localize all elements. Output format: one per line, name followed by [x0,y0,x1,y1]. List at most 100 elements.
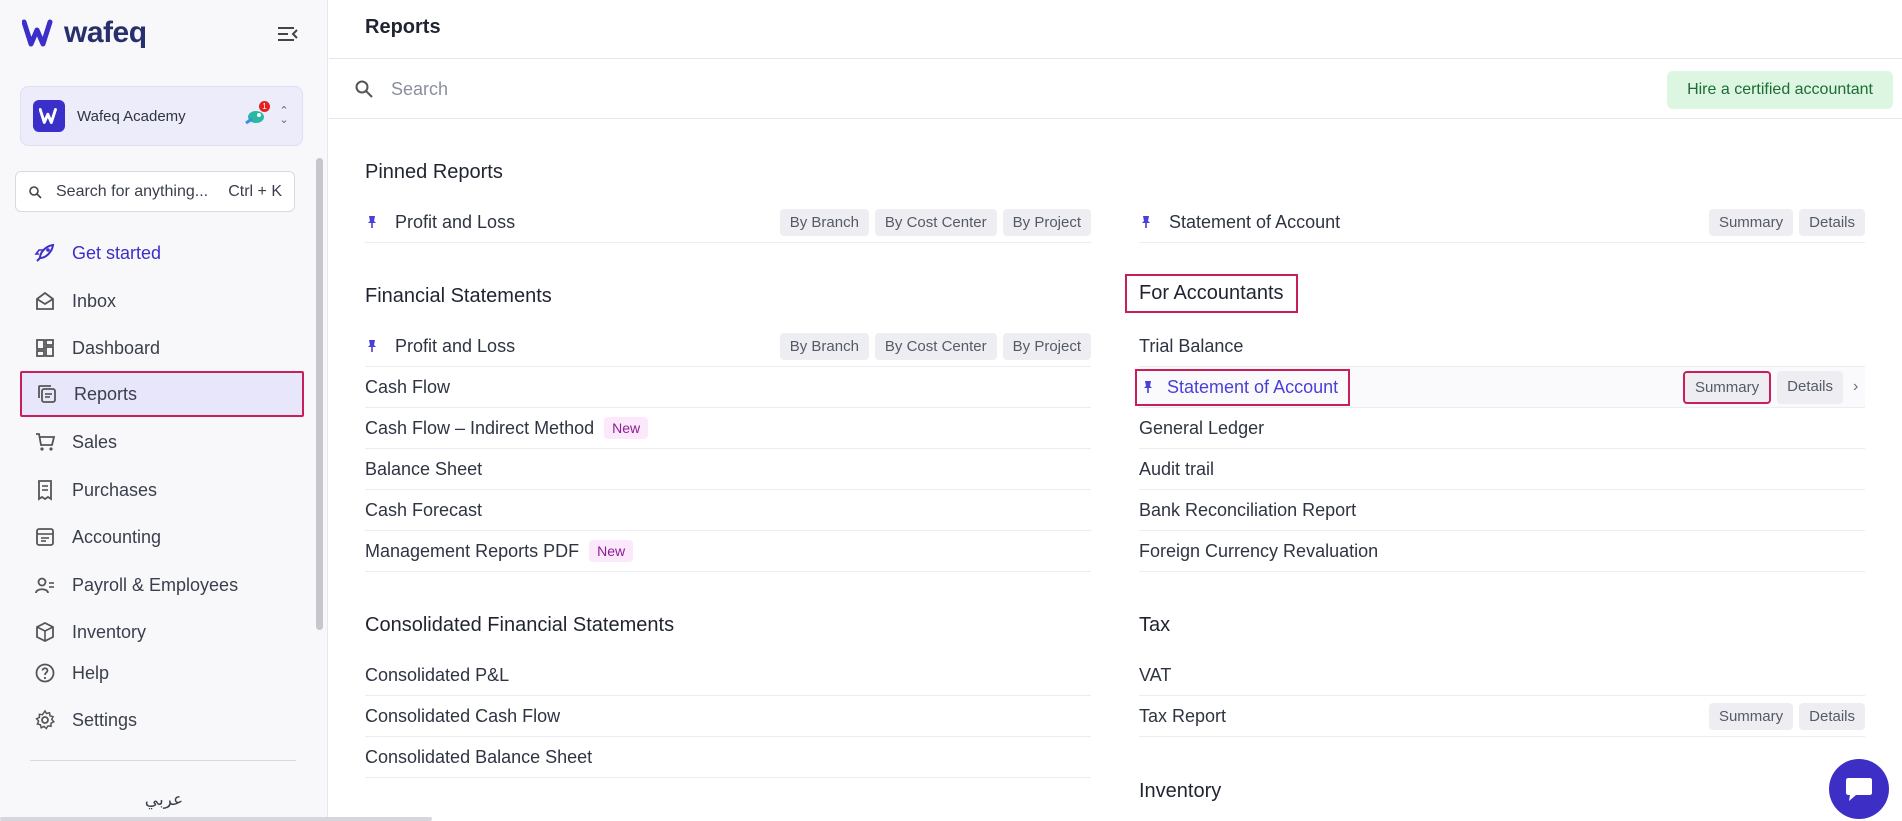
report-row[interactable]: VAT [1139,655,1865,696]
report-name: Trial Balance [1139,335,1244,356]
ledger-icon [36,528,54,546]
language-switch-link[interactable]: عربي [0,790,328,810]
report-name: Cash Flow [365,376,451,397]
report-row[interactable]: Profit and Loss By Branch By Cost Center… [365,326,1091,367]
report-row[interactable]: Cash Forecast [365,490,1091,531]
nav-item-reports[interactable]: Reports [20,371,304,417]
report-name: Consolidated Cash Flow [365,705,561,726]
cart-icon [36,433,56,451]
variant-details[interactable]: Details [1799,702,1865,730]
new-badge: New [604,417,649,439]
nav-label: Sales [72,431,118,452]
nav-label: Inbox [72,290,117,311]
section-title-pinned: Pinned Reports [365,161,503,183]
report-row[interactable]: Statement of Account Summary Details › [1135,367,1865,408]
gear-icon [35,709,56,730]
report-name: Consolidated Balance Sheet [365,746,593,767]
variant-by-project[interactable]: By Project [1002,332,1091,360]
nav-item-inventory[interactable]: Inventory [20,609,304,655]
divider [30,760,296,761]
report-row[interactable]: Consolidated P&L [365,655,1091,696]
section-title-inventory: Inventory [1139,780,1222,802]
notification-count: 1 [259,101,270,112]
nav-label: Help [72,662,110,683]
collapse-sidebar-icon[interactable] [276,24,300,44]
report-name: Profit and Loss [395,335,516,356]
box-icon [36,621,54,643]
reports-icon [38,385,56,403]
variant-by-branch[interactable]: By Branch [779,208,869,236]
brand-name: wafeq [64,16,147,49]
nav-item-payroll[interactable]: Payroll & Employees [20,562,304,608]
notifications-badge[interactable]: 1 [244,101,270,127]
variant-summary[interactable]: Summary [1708,702,1794,730]
report-row[interactable]: General Ledger [1139,408,1865,449]
hire-accountant-button[interactable]: Hire a certified accountant [1667,71,1893,109]
new-badge: New [589,540,634,562]
variant-details[interactable]: Details [1799,208,1865,236]
report-row[interactable]: Consolidated Balance Sheet [365,737,1091,778]
report-name: Balance Sheet [365,458,483,479]
nav-item-sales[interactable]: Sales [20,419,304,465]
nav-label: Accounting [72,526,162,547]
pinned-report-row[interactable]: Profit and Loss By Branch By Cost Center… [365,202,1091,243]
chat-support-button[interactable] [1829,759,1889,819]
variant-summary[interactable]: Summary [1682,370,1772,404]
nav-item-purchases[interactable]: Purchases [20,467,304,513]
reports-search-input[interactable] [391,73,1291,105]
variant-summary[interactable]: Summary [1708,208,1794,236]
nav-label: Payroll & Employees [72,574,239,595]
nav-item-accounting[interactable]: Accounting [20,514,304,560]
nav-item-dashboard[interactable]: Dashboard [20,325,304,371]
report-name: Statement of Account [1167,376,1339,397]
keyboard-shortcut: Ctrl + K [228,182,282,200]
report-name: Statement of Account [1169,211,1341,232]
report-variants: Summary Details [1708,702,1865,730]
organization-switcher[interactable]: Wafeq Academy 1 ⌃ ⌄ [20,86,303,146]
highlighted-report[interactable]: Statement of Account [1135,368,1351,406]
wafeq-logo-icon [39,108,57,124]
nav-label: Reports [74,383,138,404]
pin-icon[interactable] [365,215,379,229]
pin-icon[interactable] [365,339,379,353]
report-row[interactable]: Cash Flow [365,367,1091,408]
variant-by-cost-center[interactable]: By Cost Center [874,332,997,360]
pin-icon[interactable] [1139,215,1153,229]
report-row[interactable]: Foreign Currency Revaluation [1139,531,1865,572]
help-icon [35,663,55,683]
report-row[interactable]: Trial Balance [1139,326,1865,367]
variant-details[interactable]: Details [1777,370,1843,404]
report-row[interactable]: Bank Reconciliation Report [1139,490,1865,531]
global-search-placeholder: Search for anything... [56,182,209,200]
variant-by-project[interactable]: By Project [1002,208,1091,236]
chevron-up-down-icon: ⌃ ⌄ [279,105,289,126]
report-row[interactable]: Cash Flow – Indirect Method New [365,408,1091,449]
report-row[interactable]: Audit trail [1139,449,1865,490]
chevron-right-icon[interactable]: › [1853,378,1865,396]
report-name: Cash Flow – Indirect Method [365,417,595,438]
report-name: Profit and Loss [395,211,516,232]
dashboard-icon [36,339,54,357]
variant-by-cost-center[interactable]: By Cost Center [874,208,997,236]
variant-by-branch[interactable]: By Branch [779,332,869,360]
report-row[interactable]: Tax Report Summary Details [1139,696,1865,737]
section-title-financial: Financial Statements [365,285,552,307]
report-name: Consolidated P&L [365,664,510,685]
pinned-report-row[interactable]: Statement of Account Summary Details [1139,202,1865,243]
reports-search-bar: Hire a certified accountant [329,59,1902,119]
nav-item-inbox[interactable]: Inbox [20,278,304,324]
main-content: Reports Hire a certified accountant Pinn… [329,0,1902,821]
report-row[interactable]: Balance Sheet [365,449,1091,490]
sidebar-scrollbar[interactable] [316,158,323,630]
report-row[interactable]: Consolidated Cash Flow [365,696,1091,737]
nav-item-get-started[interactable]: Get started [20,230,304,276]
envelope-icon [36,291,54,310]
nav-label: Dashboard [72,337,161,358]
nav-item-settings[interactable]: Settings [20,697,304,743]
report-variants: Summary Details [1682,370,1843,404]
global-search[interactable]: Search for anything... Ctrl + K [15,171,295,212]
report-row[interactable]: Management Reports PDF New [365,531,1091,572]
brand-logo[interactable]: wafeq [22,16,147,50]
nav-item-help[interactable]: Help [20,650,304,696]
pin-icon[interactable] [1141,380,1155,394]
